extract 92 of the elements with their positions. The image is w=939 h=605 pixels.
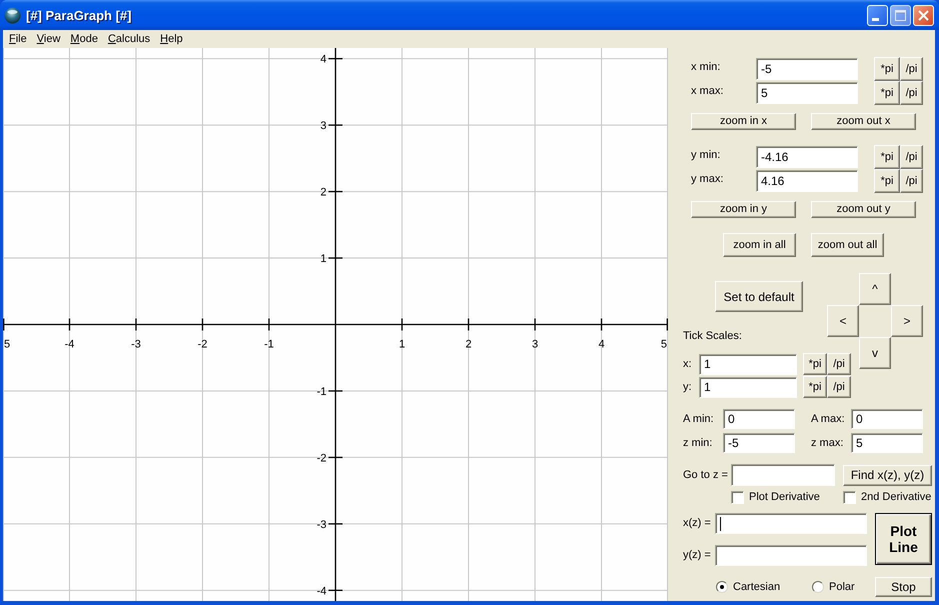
zoom-in-button[interactable]: zoom in x bbox=[691, 113, 796, 130]
range-input-field[interactable]: -4.16 bbox=[756, 146, 858, 168]
axis-tick-label: -3 bbox=[316, 518, 326, 531]
checkbox[interactable] bbox=[843, 490, 856, 504]
limit-input-field[interactable]: 5 bbox=[851, 433, 923, 453]
pan-down-button[interactable]: v bbox=[859, 337, 891, 369]
axis-tick-label: 3 bbox=[532, 338, 538, 350]
close-button[interactable] bbox=[913, 4, 934, 26]
field-label: A max: bbox=[811, 412, 845, 426]
menu-item[interactable]: File bbox=[8, 32, 28, 46]
checkbox-label: Plot Derivative bbox=[749, 490, 820, 504]
times-pi-button[interactable]: *pi bbox=[874, 81, 900, 105]
times-pi-button[interactable]: *pi bbox=[874, 57, 900, 81]
divide-pi-button[interactable]: /pi bbox=[900, 81, 923, 105]
minimize-icon bbox=[872, 18, 879, 20]
axis-tick-label: 5 bbox=[4, 338, 10, 350]
find-button[interactable]: Find x(z), y(z) bbox=[843, 464, 932, 486]
function-input-field[interactable] bbox=[715, 545, 867, 566]
field-label: y: bbox=[683, 380, 692, 394]
maximize-button[interactable] bbox=[890, 4, 911, 26]
set-default-button[interactable]: Set to default bbox=[715, 281, 803, 312]
divide-pi-button[interactable]: /pi bbox=[900, 169, 923, 193]
tick-scale-field[interactable]: 1 bbox=[699, 376, 797, 398]
range-input-field[interactable]: 5 bbox=[756, 82, 858, 104]
menu-item[interactable]: Mode bbox=[69, 32, 99, 46]
axis-tick-label: 4 bbox=[320, 54, 326, 66]
menu-item[interactable]: Help bbox=[159, 32, 184, 46]
limit-input-field[interactable]: 0 bbox=[723, 409, 795, 429]
field-label: y max: bbox=[691, 173, 724, 186]
field-label: x: bbox=[683, 358, 692, 370]
pan-right-button[interactable]: > bbox=[891, 305, 923, 337]
radio-button[interactable] bbox=[812, 581, 824, 593]
times-pi-button[interactable]: *pi bbox=[874, 145, 900, 169]
divide-pi-button[interactable]: /pi bbox=[900, 57, 923, 81]
axis-tick-label: -4 bbox=[64, 338, 74, 350]
axis-tick-label: -1 bbox=[316, 386, 326, 398]
axis-tick-label: 5 bbox=[660, 338, 667, 350]
divide-pi-button[interactable]: /pi bbox=[900, 145, 923, 169]
stop-button[interactable]: Stop bbox=[875, 577, 932, 597]
checkbox[interactable] bbox=[731, 490, 744, 504]
field-label: Go to z = bbox=[683, 468, 728, 482]
times-pi-button[interactable]: *pi bbox=[803, 353, 827, 375]
zoom-in-button[interactable]: zoom in y bbox=[691, 201, 796, 218]
axis-tick-label: 1 bbox=[320, 253, 326, 266]
field-label: y(z) = bbox=[683, 549, 711, 562]
tick-scale-field[interactable]: 1 bbox=[699, 354, 797, 374]
divide-pi-button[interactable]: /pi bbox=[827, 376, 851, 398]
zoom-in-all-button[interactable]: zoom in all bbox=[723, 233, 796, 257]
field-label: x(z) = bbox=[683, 517, 711, 530]
zoom-out-button[interactable]: zoom out x bbox=[811, 113, 916, 130]
zoom-out-button[interactable]: zoom out y bbox=[811, 201, 916, 218]
pan-up-button[interactable]: ^ bbox=[859, 273, 891, 305]
pan-left-button[interactable]: < bbox=[827, 305, 859, 337]
zoom-out-all-button[interactable]: zoom out all bbox=[811, 233, 884, 257]
field-label: y min: bbox=[691, 149, 720, 162]
limit-input-field[interactable]: -5 bbox=[723, 433, 795, 453]
field-label: z min: bbox=[683, 436, 712, 450]
window-title: [#] ParaGraph [#] bbox=[26, 8, 132, 22]
axis-tick-label: -2 bbox=[316, 452, 326, 464]
radio-button[interactable] bbox=[716, 581, 728, 593]
axis-tick-label: -1 bbox=[264, 338, 274, 350]
axis-tick-label: 2 bbox=[465, 338, 472, 350]
field-label: x max: bbox=[691, 85, 724, 98]
radio-label: Polar bbox=[829, 580, 855, 594]
axis-tick-label: 1 bbox=[398, 338, 406, 350]
axis-tick-label: 2 bbox=[320, 186, 326, 199]
divide-pi-button[interactable]: /pi bbox=[827, 353, 851, 375]
range-input-field[interactable]: -5 bbox=[756, 58, 858, 80]
maximize-icon bbox=[895, 10, 906, 20]
minimize-button[interactable] bbox=[867, 4, 888, 26]
field-label: x min: bbox=[691, 61, 720, 74]
axis-tick-label: 3 bbox=[320, 120, 326, 132]
times-pi-button[interactable]: *pi bbox=[874, 169, 900, 193]
radio-label: Cartesian bbox=[733, 580, 780, 594]
field-label: z max: bbox=[811, 436, 844, 450]
close-icon bbox=[918, 10, 929, 20]
axis-tick-label: 4 bbox=[598, 338, 605, 350]
axis-tick-label: -4 bbox=[316, 585, 326, 598]
plot-line-button[interactable]: Plot Line bbox=[875, 513, 932, 565]
axis-tick-label: -2 bbox=[198, 338, 208, 350]
menu-item[interactable]: View bbox=[36, 32, 62, 46]
range-input-field[interactable]: 4.16 bbox=[756, 170, 858, 192]
go-to-z-field[interactable] bbox=[731, 464, 835, 486]
field-label: A min: bbox=[683, 412, 714, 426]
section-label: Tick Scales: bbox=[683, 329, 742, 343]
menu-item[interactable]: Calculus bbox=[106, 32, 152, 46]
function-input-field[interactable] bbox=[715, 513, 867, 534]
sphere-icon bbox=[4, 6, 21, 24]
times-pi-button[interactable]: *pi bbox=[803, 376, 827, 398]
limit-input-field[interactable]: 0 bbox=[851, 409, 923, 429]
checkbox-label: 2nd Derivative bbox=[861, 490, 932, 504]
axis-tick-label: -3 bbox=[131, 338, 141, 350]
